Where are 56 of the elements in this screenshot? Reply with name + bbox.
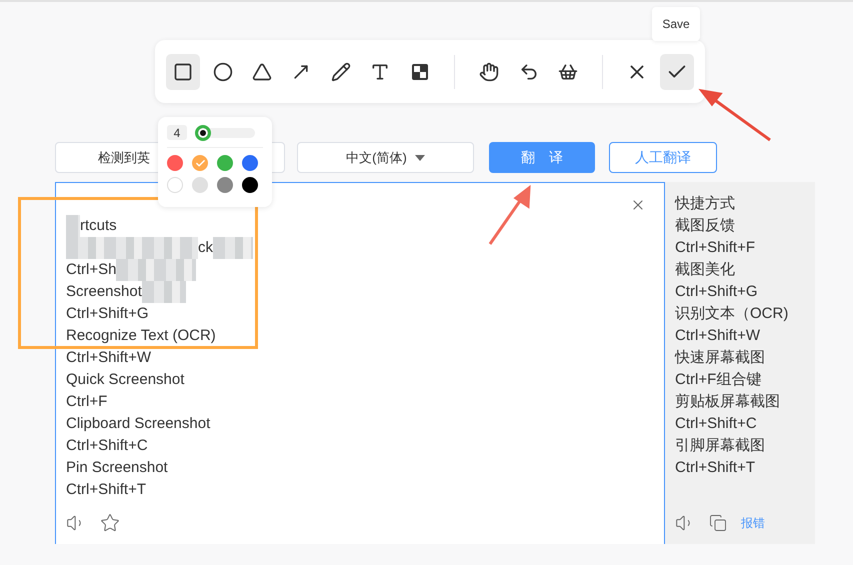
save-button[interactable]	[660, 54, 694, 90]
color-swatch[interactable]	[192, 155, 208, 171]
color-swatch[interactable]	[167, 155, 183, 171]
color-swatch[interactable]	[217, 177, 233, 193]
color-swatch[interactable]	[217, 155, 233, 171]
check-icon	[194, 158, 206, 168]
basket-icon	[558, 62, 578, 82]
undo-icon	[518, 62, 539, 82]
caret-icon	[414, 154, 425, 160]
result-text-line: Ctrl+Shift+F	[675, 238, 756, 258]
source-text-line: Ctrl+Shift+T	[66, 480, 146, 500]
color-swatch[interactable]	[242, 155, 258, 171]
translate-button[interactable]: 翻 译	[489, 142, 595, 173]
source-text-line: Ctrl+Shift+W	[66, 348, 152, 368]
source-text-line: rtcuts	[80, 216, 117, 236]
save-tooltip: Save	[652, 7, 700, 41]
result-text-line: 截图美化	[675, 260, 735, 280]
result-text-line: Ctrl+Shift+W	[675, 326, 760, 346]
result-text-line: 剪贴板屏幕截图	[675, 392, 780, 412]
brush-size-slider[interactable]	[195, 128, 255, 138]
slider-thumb[interactable]	[195, 124, 211, 140]
source-text-line: Ctrl+Shift+G	[66, 304, 149, 324]
triangle-icon	[252, 62, 272, 82]
source-text-line: Ctrl+Sh	[66, 260, 116, 280]
square-icon	[173, 62, 194, 82]
copy-icon[interactable]	[709, 514, 727, 532]
report-error-link[interactable]: 报错	[741, 514, 765, 532]
source-text-line: Ctrl+Shift+C	[66, 436, 148, 456]
star-icon[interactable]	[100, 513, 120, 533]
pencil-icon	[330, 62, 351, 82]
source-text-line: Clipboard Screenshot	[66, 414, 210, 434]
circle-icon	[212, 62, 233, 82]
letter-icon	[370, 62, 390, 82]
source-text-line: Ctrl+F	[66, 392, 108, 412]
result-text-line: Ctrl+Shift+T	[675, 458, 756, 478]
human-translate-button[interactable]: 人工翻译	[609, 142, 717, 173]
result-text-line: 快捷方式	[675, 194, 735, 214]
result-text-line: 截图反馈	[675, 216, 735, 236]
target-language-select[interactable]: 中文(简体)	[297, 142, 474, 173]
rectangle-tool[interactable]	[166, 54, 200, 90]
source-text-line: Screenshot	[66, 282, 142, 302]
source-text-line: Quick Screenshot	[66, 370, 184, 390]
result-text-line: Ctrl+Shift+C	[675, 414, 757, 434]
source-text-line: ck	[198, 238, 213, 258]
result-text-line: Ctrl+F组合键	[675, 370, 762, 390]
result-text-line: Ctrl+Shift+G	[675, 282, 758, 302]
hand-icon	[479, 62, 500, 82]
checker-icon	[410, 62, 429, 80]
result-text-line: 引脚屏幕截图	[675, 436, 765, 456]
result-text-line: 快速屏幕截图	[675, 348, 765, 368]
arrow-drawing	[488, 184, 531, 245]
source-text-line: Recognize Text (OCR)	[66, 326, 216, 346]
color-swatch[interactable]	[242, 177, 258, 193]
brush-size-value: 4	[167, 125, 187, 140]
source-text-line: Pin Screenshot	[66, 458, 168, 478]
result-text-line: 识别文本（OCR)	[675, 304, 788, 324]
